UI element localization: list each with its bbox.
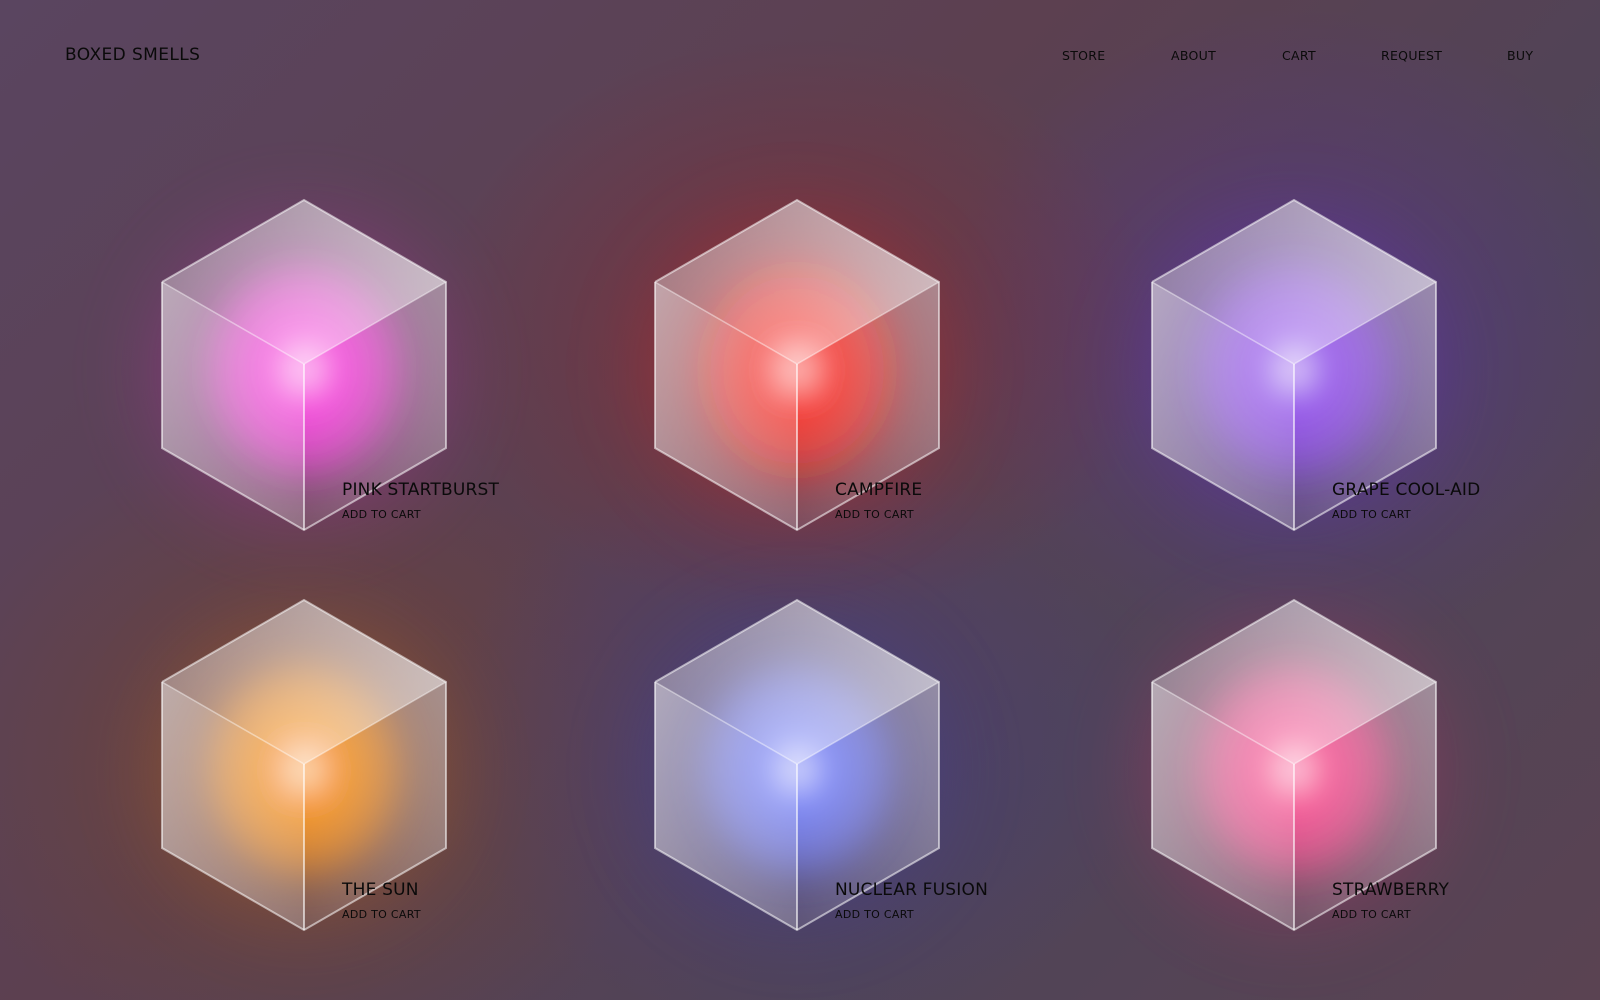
nav-buy[interactable]: BUY [1507,48,1533,63]
nav-about[interactable]: ABOUT [1171,48,1216,63]
add-to-cart-button[interactable]: ADD TO CART [1332,508,1411,521]
add-to-cart-button[interactable]: ADD TO CART [342,508,421,521]
product-title: STRAWBERRY [1332,880,1450,900]
product-title: GRAPE COOL-AID [1332,480,1481,500]
add-to-cart-button[interactable]: ADD TO CART [1332,908,1411,921]
product-title: THE SUN [342,880,419,900]
product-card[interactable]: THE SUN ADD TO CART [92,590,512,950]
product-title: PINK STARTBURST [342,480,500,500]
add-to-cart-button[interactable]: ADD TO CART [835,908,914,921]
product-card[interactable]: STRAWBERRY ADD TO CART [1082,590,1502,950]
nav-request[interactable]: REQUEST [1381,48,1442,63]
product-card[interactable]: CAMPFIRE ADD TO CART [585,190,1005,550]
nav-cart[interactable]: CART [1282,48,1316,63]
nav-store[interactable]: STORE [1062,48,1106,63]
add-to-cart-button[interactable]: ADD TO CART [342,908,421,921]
main-nav: STORE ABOUT CART REQUEST BUY [0,48,1600,68]
product-title: NUCLEAR FUSION [835,880,989,900]
product-card[interactable]: PINK STARTBURST ADD TO CART [92,190,512,550]
product-title: CAMPFIRE [835,480,923,500]
product-card[interactable]: NUCLEAR FUSION ADD TO CART [585,590,1005,950]
add-to-cart-button[interactable]: ADD TO CART [835,508,914,521]
product-card[interactable]: GRAPE COOL-AID ADD TO CART [1082,190,1502,550]
